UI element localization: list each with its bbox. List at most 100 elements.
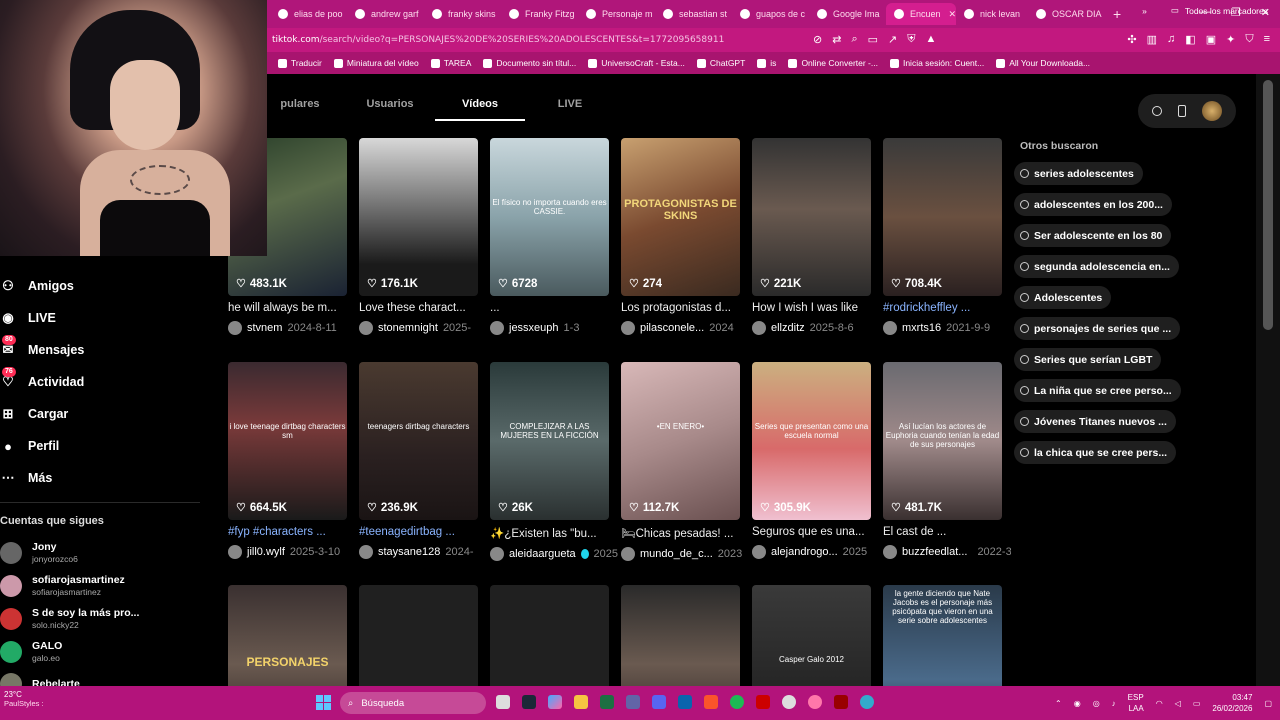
reader-icon[interactable]: ⊘ <box>813 33 822 46</box>
video-meta[interactable]: pilasconele... 2024 <box>621 321 749 335</box>
translate-icon[interactable]: ⇄ <box>832 33 841 46</box>
bookmark-item[interactable]: TAREA <box>425 58 478 68</box>
sidebar-item-cargar[interactable]: ⊞ Cargar <box>0 398 84 430</box>
share-icon[interactable]: ↗ <box>888 33 897 46</box>
bookmark-item[interactable]: Inicia sesión: Cuent... <box>884 58 990 68</box>
sidebar-item-perfil[interactable]: ● Perfil <box>0 430 84 462</box>
app-icon-red[interactable] <box>756 695 770 709</box>
related-search-chip[interactable]: Adolescentes <box>1014 286 1112 309</box>
leo-icon[interactable]: ✦ <box>1226 33 1235 46</box>
browser-tab[interactable]: Personaje m <box>578 3 655 25</box>
app-icon-globe[interactable] <box>860 695 874 709</box>
video-card[interactable]: COMPLEJIZAR A LAS MUJERES EN LA FICCIÓN ♡… <box>490 362 618 561</box>
chrome-icon[interactable] <box>782 695 796 709</box>
video-title[interactable]: Los protagonistas d... <box>621 302 749 314</box>
browser-tab[interactable]: andrew garf <box>347 3 424 25</box>
screenshot-icon[interactable]: ▭ <box>868 33 878 46</box>
video-card[interactable]: PROTAGONISTAS DE SKINS ♡ 274 Los protagonis… <box>621 138 740 335</box>
video-card[interactable]: •EN ENERO• ♡ 112.7K 🛏Chicas pesadas! ... mun… <box>621 362 742 561</box>
related-search-chip[interactable]: Ser adolescente en los 80 <box>1014 224 1172 247</box>
brave-shield-icon[interactable]: ⛨ <box>907 33 915 46</box>
file-explorer-icon[interactable] <box>574 695 588 709</box>
mobile-app-icon[interactable] <box>1178 105 1186 117</box>
bookmark-item[interactable]: UniversoCraft - Esta... <box>582 58 691 68</box>
video-thumbnail[interactable]: Series que presentan como una escuela no… <box>752 362 871 520</box>
bookmark-item[interactable]: ChatGPT <box>691 58 751 68</box>
browser-tab[interactable]: franky skins <box>424 3 501 25</box>
new-tab-button[interactable]: + <box>1113 6 1121 22</box>
volume-icon[interactable]: ◁ <box>1175 699 1181 708</box>
task-view-icon[interactable] <box>496 695 510 709</box>
notifications-icon[interactable]: ▢ <box>1264 699 1272 708</box>
video-title[interactable]: #rodrickheffley ... <box>883 302 1011 314</box>
browser-tab[interactable]: OSCAR DIA <box>1028 3 1105 25</box>
bookmark-item[interactable]: Miniatura del vídeo <box>328 58 425 68</box>
tab-live[interactable]: LIVE <box>525 98 615 121</box>
tab-usuarios[interactable]: Usuarios <box>345 98 435 121</box>
tab-vídeos[interactable]: Vídeos <box>435 98 525 121</box>
excel-icon[interactable] <box>600 695 614 709</box>
video-title[interactable]: #fyp #characters ... <box>228 526 356 538</box>
video-meta[interactable]: jill0.wylf 2025-3-10 <box>228 545 356 559</box>
coins-icon[interactable] <box>1152 106 1162 116</box>
browser-tab[interactable]: Franky Fitzg <box>501 3 578 25</box>
teams-icon[interactable] <box>626 695 640 709</box>
following-account[interactable]: GALO galo.eo <box>0 640 62 663</box>
video-thumbnail[interactable]: El físico no importa cuando eres CASSIE.… <box>490 138 609 296</box>
related-search-chip[interactable]: Series que serían LGBT <box>1014 348 1162 371</box>
video-meta[interactable]: stvnem 2024-8-11 <box>228 321 356 335</box>
sidebar-item-actividad[interactable]: ♡ 76 Actividad <box>0 366 84 398</box>
video-title[interactable]: How I wish I was like <box>752 302 880 314</box>
browser-tab[interactable]: Encuen ✕ <box>886 3 956 25</box>
related-search-chip[interactable]: segunda adolescencia en... <box>1014 255 1179 278</box>
video-meta[interactable]: staysane128 2024- <box>359 545 487 559</box>
zoom-icon[interactable]: ⌕ <box>851 33 857 46</box>
all-bookmarks[interactable]: » ▭ Todos los marcadores <box>1142 5 1268 16</box>
video-card[interactable]: ♡ 176.1K Love these charact... stonemnight 2… <box>359 138 478 335</box>
browser-tab[interactable]: elias de poo <box>270 3 347 25</box>
outlook-icon[interactable] <box>678 695 692 709</box>
video-meta[interactable]: mundo_de_c... 2023 <box>621 547 749 561</box>
video-thumbnail[interactable]: i love teenage dirtbag characters sm ♡ 664… <box>228 362 347 520</box>
related-search-chip[interactable]: Jóvenes Titanes nuevos ... <box>1014 410 1176 433</box>
tab-pulares[interactable]: pulares <box>255 98 345 121</box>
video-thumbnail[interactable]: ♡ 176.1K <box>359 138 478 296</box>
brave-icon[interactable] <box>704 695 718 709</box>
video-title[interactable]: #teenagedirtbag ... <box>359 526 487 538</box>
video-meta[interactable]: ellzditz 2025-8-6 <box>752 321 880 335</box>
extensions-icon[interactable]: ✣ <box>1127 33 1136 46</box>
sidebar-item-amigos[interactable]: ⚇ Amigos <box>0 270 84 302</box>
video-card[interactable]: Así lucían los actores de Euphoria cuand… <box>883 362 1011 559</box>
mic-icon[interactable]: ♪ <box>1112 699 1116 708</box>
video-title[interactable]: Love these charact... <box>359 302 487 314</box>
related-search-chip[interactable]: adolescentes en los 200... <box>1014 193 1172 216</box>
browser-tab[interactable]: Google Ima <box>809 3 886 25</box>
vpn-icon[interactable]: ⛉ <box>1245 33 1253 46</box>
app-icon-pink[interactable] <box>808 695 822 709</box>
following-account[interactable]: S de soy la más pro... solo.nicky22 <box>0 607 139 630</box>
video-meta[interactable]: jessxeuph 1-3 <box>490 321 618 335</box>
clock[interactable]: 03:47 26/02/2026 <box>1212 692 1252 714</box>
rewards-icon[interactable]: ▲ <box>925 33 936 46</box>
video-title[interactable]: El cast de ... <box>883 526 1011 538</box>
video-thumbnail[interactable]: PROTAGONISTAS DE SKINS ♡ 274 <box>621 138 740 296</box>
video-thumbnail[interactable]: teenagers dirtbag characters ♡ 236.9K <box>359 362 478 520</box>
video-card[interactable]: ♡ 221K How I wish I was like ellzditz 2025-8… <box>752 138 871 335</box>
sidebar-item-mensajes[interactable]: ✉ 80 Mensajes <box>0 334 84 366</box>
video-title[interactable]: ✨¿Existen las "bu... <box>490 526 618 540</box>
bookmark-item[interactable]: Documento sin títul... <box>477 58 582 68</box>
video-meta[interactable]: buzzfeedlat... 2022-3-4 <box>883 545 1011 559</box>
video-title[interactable]: he will always be m... <box>228 302 356 314</box>
profile-avatar[interactable] <box>1202 101 1222 121</box>
following-account[interactable]: sofiarojasmartinez sofiarojasmartinez <box>0 574 125 597</box>
wallet-icon[interactable]: ▣ <box>1206 33 1216 46</box>
language-indicator[interactable]: ESP LAA <box>1128 692 1144 714</box>
video-thumbnail[interactable]: COMPLEJIZAR A LAS MUJERES EN LA FICCIÓN ♡… <box>490 362 609 520</box>
tab-close-icon[interactable]: ✕ <box>949 9 956 20</box>
sidebar-item-más[interactable]: ⋯ Más <box>0 462 84 494</box>
chevron-up-icon[interactable]: ⌃ <box>1055 699 1062 708</box>
chevron-right-icon[interactable]: » <box>1142 6 1147 16</box>
bookmark-item[interactable]: Online Converter -... <box>782 58 884 68</box>
video-card[interactable]: El físico no importa cuando eres CASSIE.… <box>490 138 609 335</box>
video-card[interactable]: teenagers dirtbag characters ♡ 236.9K #teen… <box>359 362 478 559</box>
